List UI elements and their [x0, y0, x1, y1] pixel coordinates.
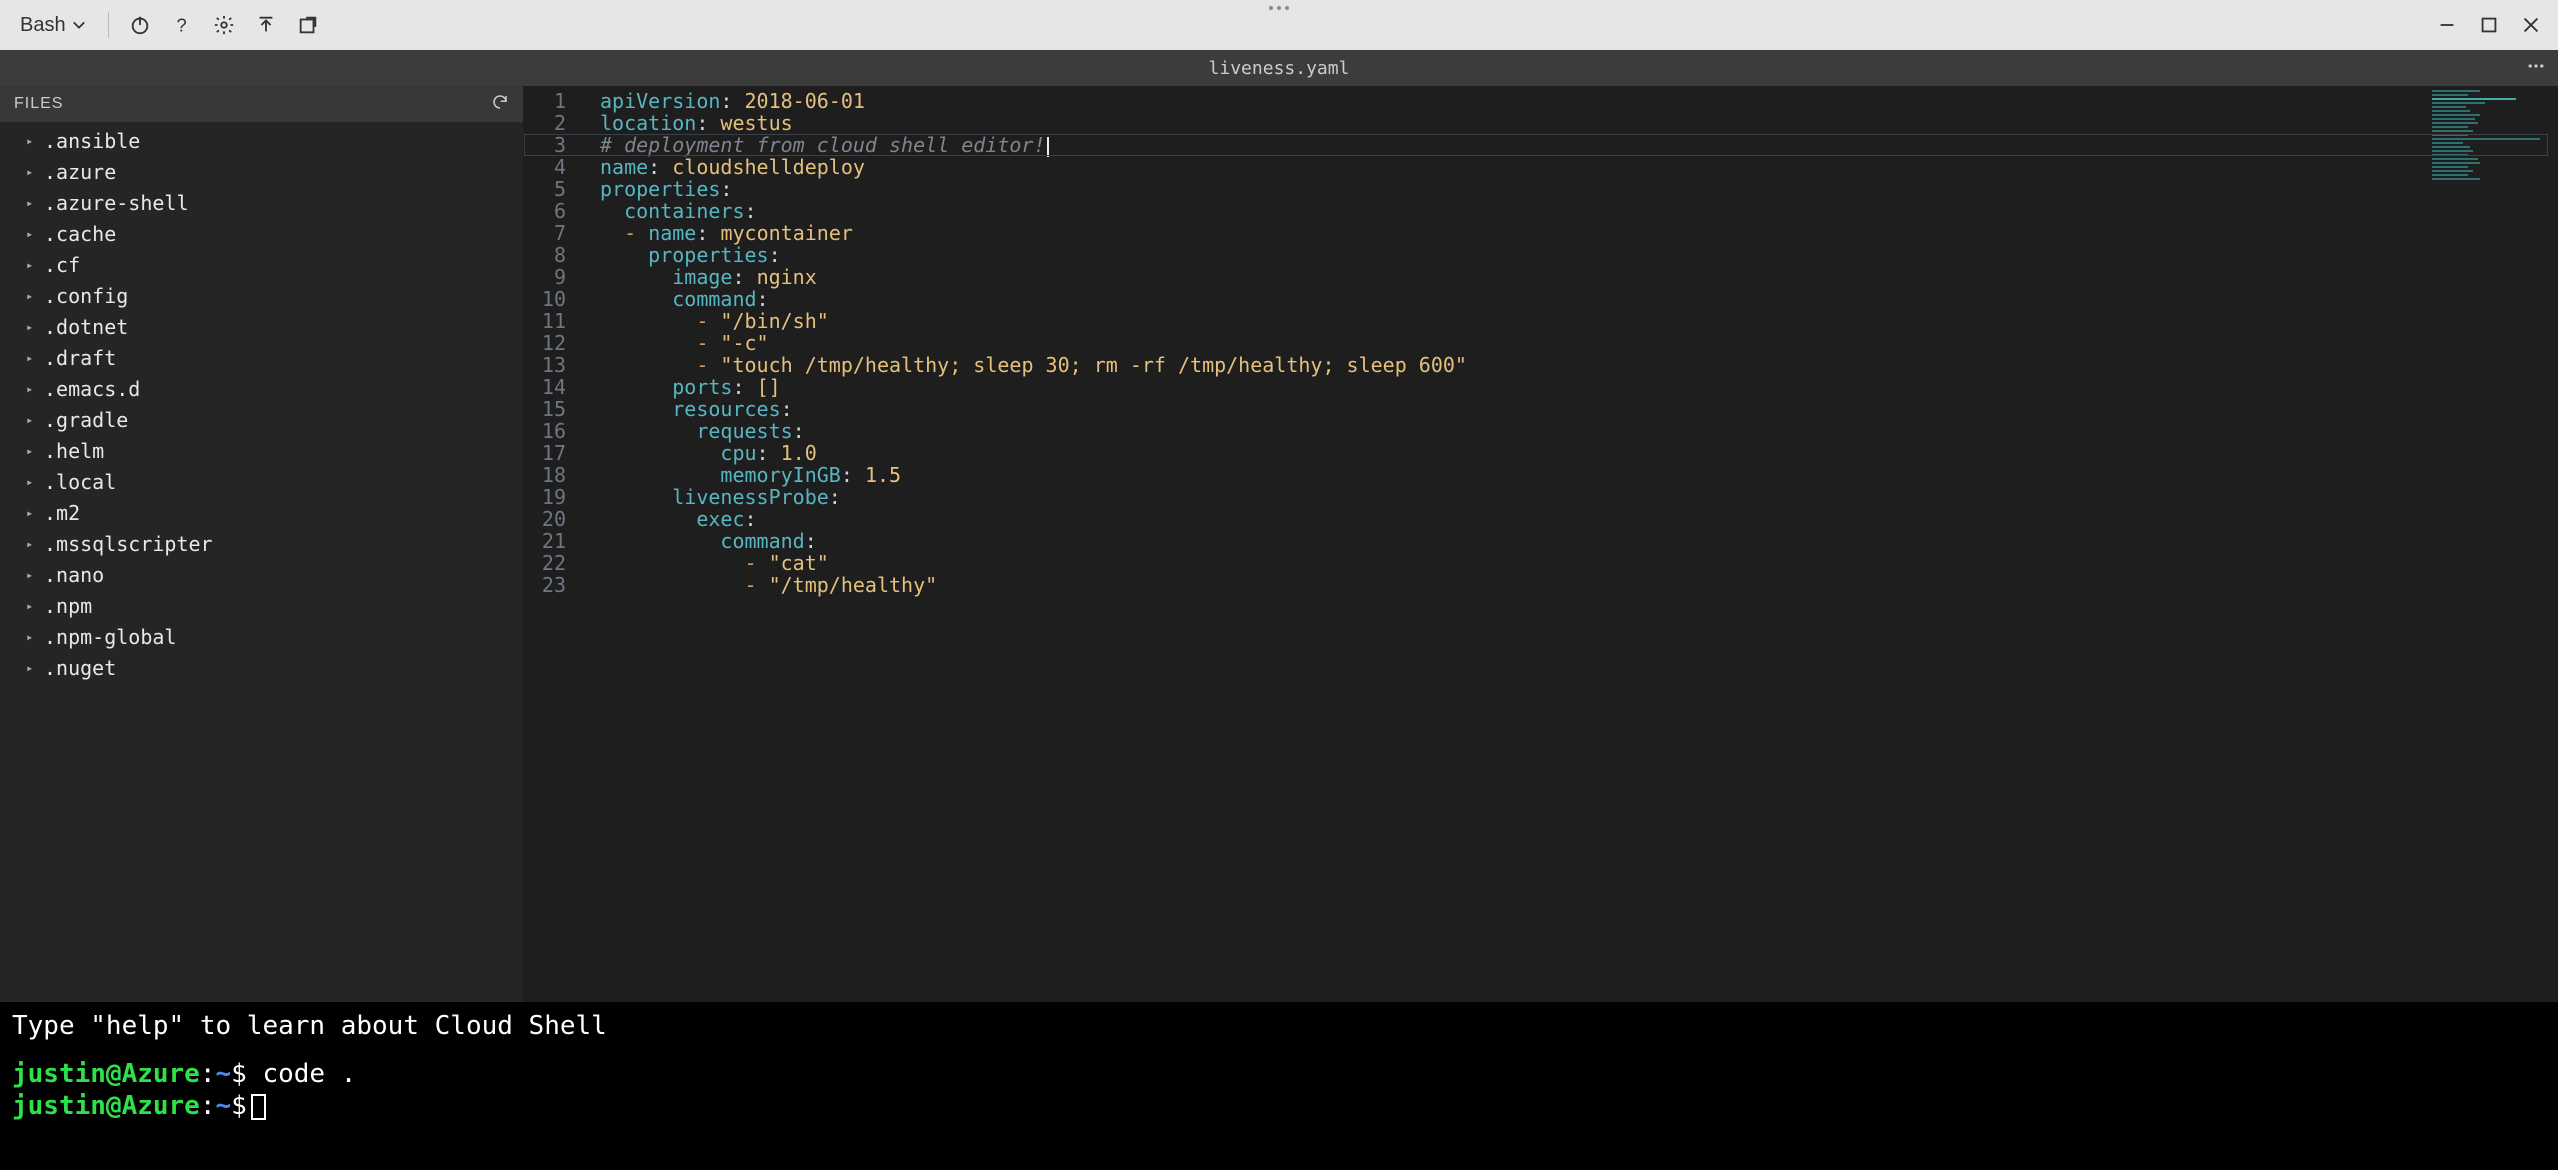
tree-item[interactable]: ▸ .azure-shell [0, 188, 523, 219]
terminal-line: justin@Azure:~$ [12, 1090, 2546, 1122]
cloud-shell-toolbar: Bash ? [0, 0, 2558, 50]
chevron-right-icon: ▸ [26, 221, 36, 248]
terminal-cursor [251, 1094, 266, 1120]
tree-item[interactable]: ▸ .gradle [0, 405, 523, 436]
maximize-icon[interactable] [2470, 6, 2508, 44]
tree-item[interactable]: ▸ .config [0, 281, 523, 312]
upload-icon[interactable] [247, 6, 285, 44]
tree-item-label: .nano [44, 562, 104, 589]
tree-item[interactable]: ▸ .npm-global [0, 622, 523, 653]
editor-filename: liveness.yaml [1209, 58, 1350, 79]
tree-item-label: .cf [44, 252, 80, 279]
file-explorer-title: FILES [14, 95, 63, 113]
file-tree[interactable]: ▸ .ansible ▸ .azure ▸ .azure-shell ▸ .cache ▸ .cf… [0, 122, 523, 1002]
tree-item[interactable]: ▸ .npm [0, 591, 523, 622]
chevron-right-icon: ▸ [26, 624, 36, 651]
tree-item[interactable]: ▸ .m2 [0, 498, 523, 529]
file-explorer: FILES ▸ .ansible ▸ .azure ▸ .azure-shell ▸ .cac… [0, 86, 524, 1002]
chevron-right-icon: ▸ [26, 159, 36, 186]
tree-item-label: .npm-global [44, 624, 176, 651]
chevron-right-icon: ▸ [26, 500, 36, 527]
chevron-right-icon: ▸ [26, 407, 36, 434]
tree-item-label: .nuget [44, 655, 116, 682]
tree-item[interactable]: ▸ .nano [0, 560, 523, 591]
tree-item[interactable]: ▸ .azure [0, 157, 523, 188]
drag-handle[interactable] [1269, 6, 1289, 10]
more-icon[interactable] [2526, 56, 2546, 81]
chevron-right-icon: ▸ [26, 190, 36, 217]
chevron-right-icon: ▸ [26, 128, 36, 155]
tree-item-label: .cache [44, 221, 116, 248]
shell-selector[interactable]: Bash [10, 0, 96, 50]
minimap[interactable] [2432, 90, 2552, 190]
editor: liveness.yaml FILES ▸ .ansible ▸ .azure ▸ .az… [0, 50, 2558, 1002]
tree-item-label: .azure-shell [44, 190, 189, 217]
tree-item-label: .dotnet [44, 314, 128, 341]
chevron-right-icon: ▸ [26, 562, 36, 589]
tree-item-label: .config [44, 283, 128, 310]
tree-item-label: .gradle [44, 407, 128, 434]
tree-item-label: .npm [44, 593, 92, 620]
tree-item[interactable]: ▸ .local [0, 467, 523, 498]
tree-item[interactable]: ▸ .helm [0, 436, 523, 467]
chevron-right-icon: ▸ [26, 283, 36, 310]
tree-item-label: .emacs.d [44, 376, 140, 403]
divider [108, 12, 109, 38]
terminal[interactable]: Type "help" to learn about Cloud Shell j… [0, 1002, 2558, 1170]
tree-item[interactable]: ▸ .ansible [0, 126, 523, 157]
chevron-right-icon: ▸ [26, 376, 36, 403]
code-editor[interactable]: 1234567891011121314151617181920212223 ap… [524, 86, 2558, 1002]
terminal-line: justin@Azure:~$ code . [12, 1058, 2546, 1090]
tree-item[interactable]: ▸ .cache [0, 219, 523, 250]
tree-item-label: .helm [44, 438, 104, 465]
tree-item-label: .local [44, 469, 116, 496]
tree-item[interactable]: ▸ .emacs.d [0, 374, 523, 405]
help-icon[interactable]: ? [163, 6, 201, 44]
line-gutter: 1234567891011121314151617181920212223 [524, 86, 586, 1002]
chevron-right-icon: ▸ [26, 345, 36, 372]
terminal-hint: Type "help" to learn about Cloud Shell [12, 1010, 2546, 1042]
chevron-down-icon [72, 18, 86, 32]
chevron-right-icon: ▸ [26, 655, 36, 682]
restart-icon[interactable] [121, 6, 159, 44]
tree-item[interactable]: ▸ .nuget [0, 653, 523, 684]
tree-item[interactable]: ▸ .draft [0, 343, 523, 374]
tree-item-label: .mssqlscripter [44, 531, 213, 558]
minimize-icon[interactable] [2428, 6, 2466, 44]
tree-item[interactable]: ▸ .mssqlscripter [0, 529, 523, 560]
chevron-right-icon: ▸ [26, 438, 36, 465]
chevron-right-icon: ▸ [26, 252, 36, 279]
chevron-right-icon: ▸ [26, 469, 36, 496]
chevron-right-icon: ▸ [26, 531, 36, 558]
tree-item[interactable]: ▸ .dotnet [0, 312, 523, 343]
settings-icon[interactable] [205, 6, 243, 44]
tree-item[interactable]: ▸ .cf [0, 250, 523, 281]
file-explorer-header: FILES [0, 86, 523, 122]
chevron-right-icon: ▸ [26, 314, 36, 341]
tree-item-label: .azure [44, 159, 116, 186]
tree-item-label: .draft [44, 345, 116, 372]
tree-item-label: .m2 [44, 500, 80, 527]
editor-title-bar: liveness.yaml [0, 50, 2558, 86]
code-content[interactable]: apiVersion: 2018-06-01location: westus# … [586, 86, 2558, 1002]
chevron-right-icon: ▸ [26, 593, 36, 620]
refresh-icon[interactable] [491, 93, 509, 116]
shell-selector-label: Bash [20, 14, 66, 37]
tree-item-label: .ansible [44, 128, 140, 155]
svg-text:?: ? [176, 14, 186, 35]
close-icon[interactable] [2512, 6, 2550, 44]
new-window-icon[interactable] [289, 6, 327, 44]
